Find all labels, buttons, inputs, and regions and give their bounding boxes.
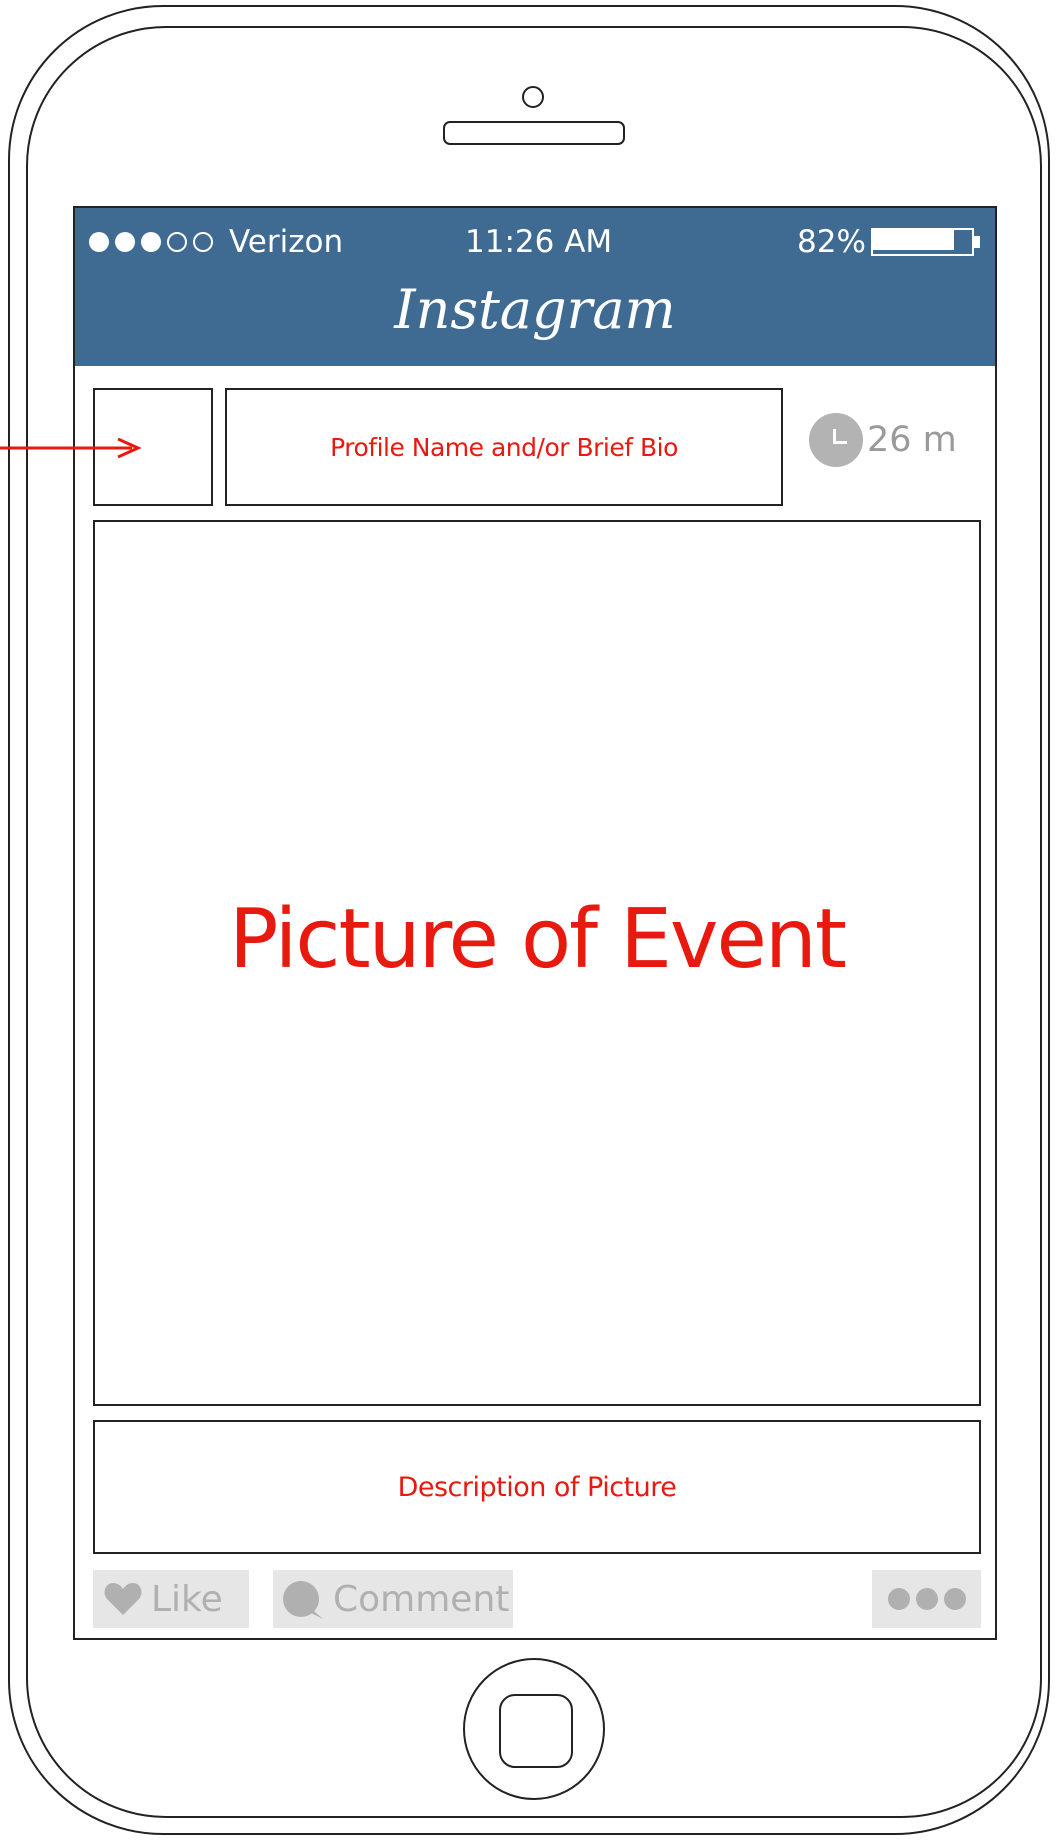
battery-tip (974, 236, 980, 248)
carrier-name: Verizon (229, 224, 344, 260)
heart-icon (104, 1583, 142, 1615)
ellipsis-icon (915, 1588, 938, 1610)
signal-dot-icon (89, 232, 109, 252)
signal-dot-icon (141, 232, 161, 252)
battery-fill (873, 230, 954, 250)
profile-name-text: Profile Name and/or Brief Bio (330, 432, 678, 462)
like-button[interactable]: Like (93, 1570, 249, 1628)
speaker-grille (443, 121, 625, 145)
signal-dot-empty-icon (167, 232, 187, 252)
description-text: Description of Picture (397, 1471, 677, 1503)
comment-label: Comment (333, 1578, 510, 1620)
more-options-button[interactable] (872, 1570, 981, 1628)
profile-name-box[interactable]: Profile Name and/or Brief Bio (225, 388, 783, 506)
clock-icon (809, 413, 863, 467)
post-timestamp: 26 m (809, 412, 957, 468)
camera-icon (522, 86, 544, 108)
ellipsis-icon (943, 1588, 966, 1610)
phone-screen: Verizon 11:26 AM 82% Instagram Profile N… (73, 206, 997, 1640)
signal-dot-icon (115, 232, 135, 252)
status-signal: Verizon (89, 222, 343, 262)
comment-bubble-icon (283, 1581, 323, 1619)
signal-dot-empty-icon (193, 232, 213, 252)
home-button[interactable] (463, 1658, 605, 1800)
time-ago-text: 26 m (867, 420, 957, 460)
battery-percent: 82% (797, 224, 866, 260)
home-square-icon (499, 1694, 573, 1768)
app-header: Verizon 11:26 AM 82% Instagram (75, 208, 995, 366)
battery-icon (871, 228, 981, 256)
like-label: Like (151, 1578, 223, 1620)
app-title: Instagram (394, 278, 676, 341)
status-time: 11:26 AM (465, 224, 613, 260)
annotation-arrow-icon (0, 438, 142, 458)
post-picture[interactable]: Picture of Event (93, 520, 981, 1406)
ellipsis-icon (887, 1588, 910, 1610)
picture-placeholder-text: Picture of Event (228, 891, 847, 987)
comment-button[interactable]: Comment (273, 1570, 513, 1628)
post-description: Description of Picture (93, 1420, 981, 1554)
